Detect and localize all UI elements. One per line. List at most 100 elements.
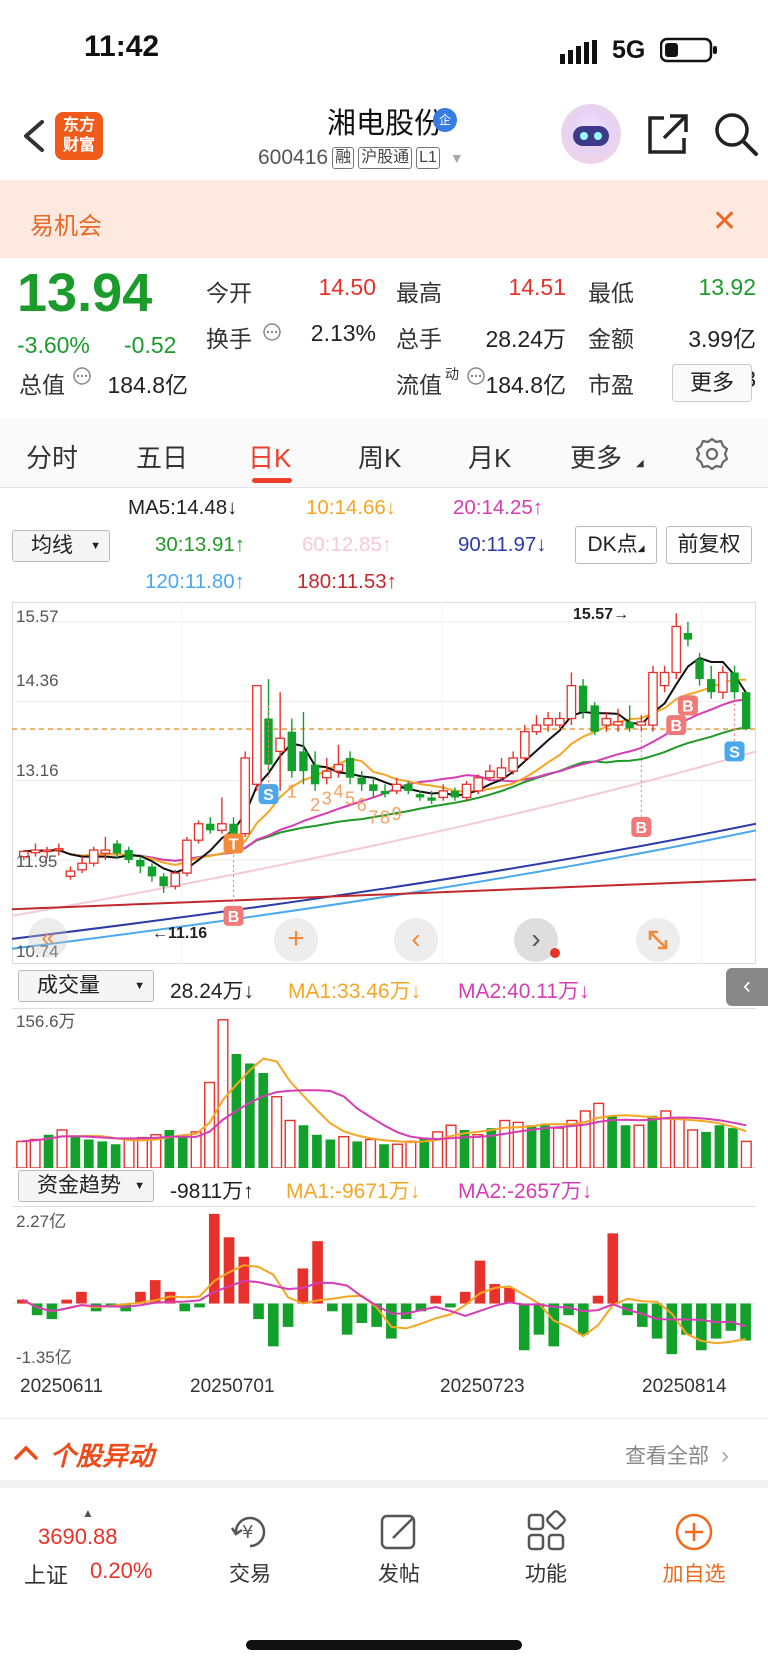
trade-icon[interactable]: ¥ [228,1510,272,1559]
search-icon[interactable] [712,110,760,158]
ma30-label: 30:13.91↑ [155,533,246,556]
tab-weekly-k[interactable]: 周K [358,438,401,475]
ma5-label: MA5:14.48↓ [128,496,238,519]
ma180-line [12,878,756,911]
candle-body [625,721,634,729]
status-time: 11:42 [84,30,160,63]
volume-bar [136,1136,149,1168]
volume-bar [16,1140,28,1168]
tab-five-day[interactable]: 五日 [136,438,188,475]
opportunity-banner[interactable] [0,180,768,258]
dk-point-button[interactable]: DK点◢ [575,526,657,564]
fund-ma2: MA2:-2657万↓ [458,1180,593,1203]
indicator-select[interactable]: 均线 ▼ [12,530,110,562]
quote-value: 14.51 [508,274,566,300]
volume-chart[interactable] [12,1008,756,1168]
add-watchlist-icon[interactable] [672,1510,716,1559]
info-icon[interactable] [262,322,282,347]
volume-bar [365,1138,377,1168]
fund-bar [430,1295,441,1304]
candle-body [310,764,320,785]
chevron-down-icon: ▼ [134,980,145,992]
volume-bar [217,1019,229,1168]
volume-bar [258,1073,269,1168]
chevron-left-icon[interactable]: ‹ [394,918,438,962]
candle-body [543,717,553,726]
chevron-down-icon: ▼ [134,1180,145,1192]
candle-body [229,823,238,834]
candle-body [124,850,133,860]
volume-bar [701,1131,711,1168]
assistant-avatar[interactable] [561,104,621,164]
volume-indicator-select[interactable]: 成交量 ▼ [18,970,154,1002]
nav-post[interactable]: 发帖 [354,1558,444,1588]
volume-bar [29,1138,41,1168]
date-label-2: 20250701 [190,1376,275,1397]
fund-bar [696,1303,707,1351]
volume-bar [271,1096,283,1168]
chevron-down-icon: ▼ [90,540,101,552]
gear-icon[interactable] [694,436,730,477]
index-name[interactable]: 上证 [24,1558,68,1590]
fund-bar [312,1241,323,1304]
index-value[interactable]: 3690.88 [38,1524,118,1550]
notification-dot [550,948,560,958]
candle-body [240,757,251,835]
volume-bar [97,1141,108,1168]
candle-body [415,794,425,798]
signal-icon [560,40,600,66]
nav-add-watchlist[interactable]: 加自选 [649,1558,739,1588]
info-icon[interactable] [466,366,486,391]
chevron-down-icon[interactable]: ▼ [450,150,464,166]
change-percent: -3.60% [17,332,90,358]
volume-bar [164,1130,175,1168]
zoom-out-icon[interactable]: « [28,918,68,958]
candle-body [450,790,460,798]
fund-bar [592,1295,604,1304]
ma10-label: 10:14.66↓ [306,496,397,519]
fund-bar [548,1303,560,1347]
battery-icon [659,36,718,64]
plus-icon[interactable]: + [274,918,318,962]
y-label-2: 14.36 [16,671,59,690]
wave-label: 7 [368,807,378,827]
candle-body [182,839,192,874]
more-button[interactable]: 更多 [672,364,752,402]
stock-code-line: 600416 融 沪股通 L1 ▼ [258,146,464,170]
tab-monthly-k[interactable]: 月K [468,438,511,475]
view-all-link[interactable]: 查看全部 › [625,1440,729,1470]
high-price-label: 15.57→ [573,606,630,623]
collapse-panel-icon[interactable]: ‹ [726,968,768,1006]
fullscreen-icon[interactable] [636,918,680,962]
apps-icon[interactable] [524,1510,568,1559]
tab-more[interactable]: 更多 [570,438,622,475]
fund-bar [179,1303,191,1312]
wave-label: 2 [310,795,320,815]
fund-indicator-select[interactable]: 资金趋势 ▼ [18,1170,154,1202]
kline-chart[interactable]: 12 3 4 5 67 8 9TBSBBBS [12,602,756,964]
chevron-up-icon[interactable] [12,1440,40,1469]
tab-daily-k[interactable]: 日K [248,438,291,475]
nav-functions[interactable]: 功能 [501,1558,591,1588]
ma-line-10 [23,678,747,867]
signal-b-text: B [228,909,240,926]
index-up-arrow-icon: ▲ [82,1506,94,1520]
volume-bar [566,1119,578,1168]
back-button[interactable] [14,112,54,160]
index-change[interactable]: 0.20% [90,1558,152,1584]
info-icon[interactable] [72,366,92,391]
post-icon[interactable] [377,1510,421,1559]
close-icon[interactable]: ✕ [712,204,737,239]
svg-text:¥: ¥ [242,1522,253,1543]
fund-trend-chart[interactable] [12,1206,756,1366]
nav-trade[interactable]: 交易 [205,1558,295,1588]
volume-ma1: MA1:33.46万↓ [288,980,422,1003]
app-logo: 东方 财富 [55,112,103,160]
adjust-button[interactable]: 前复权 [666,526,752,564]
candle-body [508,757,519,772]
volume-bar [512,1121,524,1168]
date-label-4: 20250814 [642,1376,727,1397]
tab-intraday[interactable]: 分时 [26,438,78,475]
share-icon[interactable] [644,110,692,158]
fund-bar [518,1303,530,1351]
